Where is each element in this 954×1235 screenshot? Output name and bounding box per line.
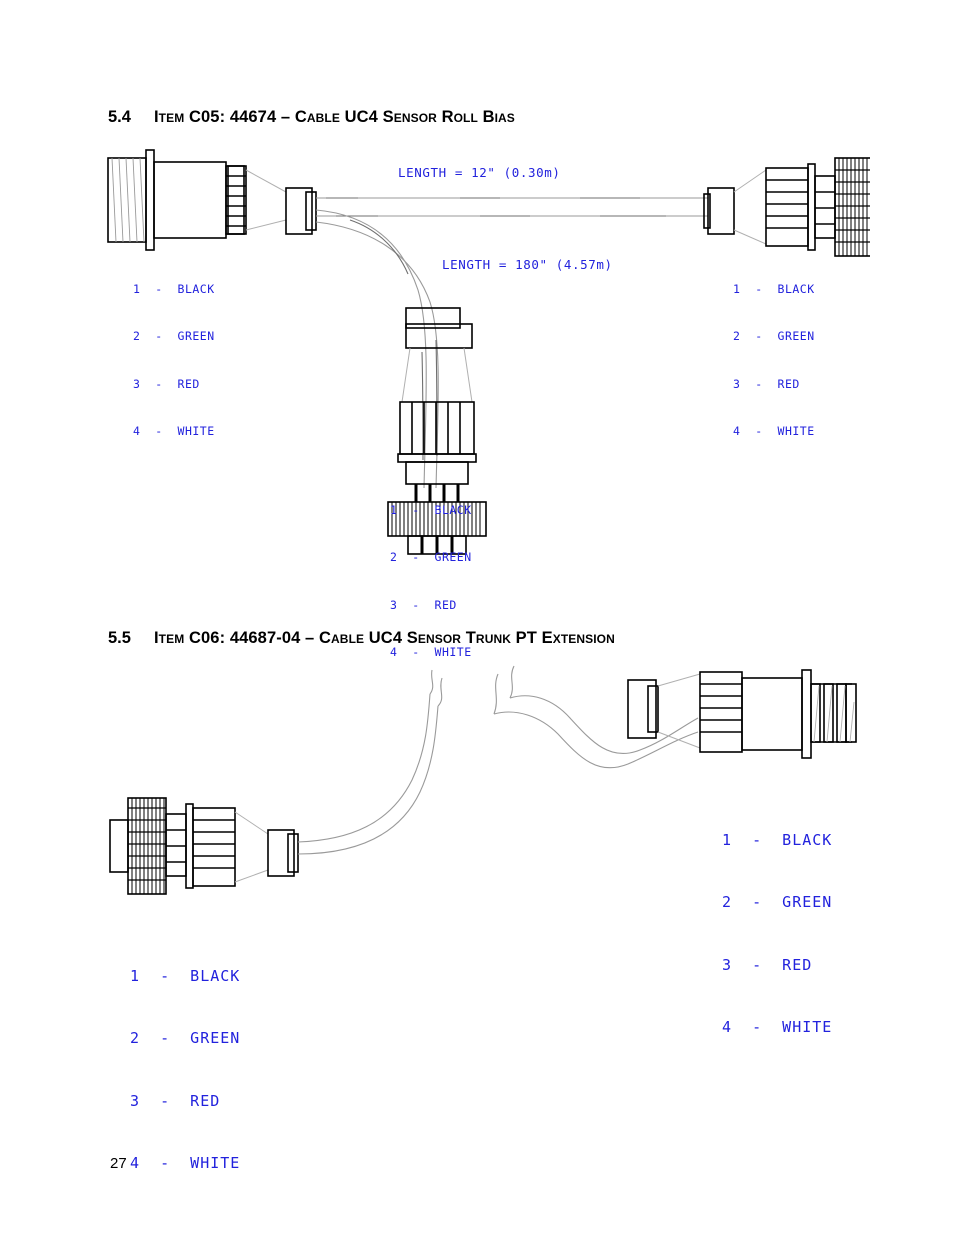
pinout-row: 4 - WHITE — [130, 1153, 241, 1172]
pinout-c05-right: 1 - BLACK 2 - GREEN 3 - RED 4 - WHITE — [733, 250, 815, 456]
pinout-c06-right: 1 - BLACK 2 - GREEN 3 - RED 4 - WHITE — [722, 789, 832, 1058]
length-label-branch-c05: LENGTH = 180" (4.57m) — [442, 257, 613, 272]
pinout-row: 2 - GREEN — [133, 329, 215, 344]
section-heading-5-5: 5.5 Item C06: 44687-04 – Cable UC4 Sensor… — [108, 629, 615, 648]
cable-branch-c05 — [315, 209, 439, 489]
connector-c05-left — [107, 149, 247, 251]
pinout-row: 1 - BLACK — [133, 281, 215, 296]
cable-trunk-c05 — [316, 197, 708, 217]
pinout-row: 3 - RED — [733, 376, 800, 391]
pinout-row: 3 - RED — [390, 597, 457, 612]
section-title: Item C06: 44687-04 – Cable UC4 Sensor Tr… — [154, 629, 615, 647]
pinout-row: 4 - WHITE — [733, 424, 815, 439]
pinout-row: 3 - RED — [722, 955, 813, 974]
section-number: 5.4 — [108, 108, 131, 126]
pinout-row: 2 - GREEN — [722, 893, 833, 912]
section-title: Item C05: 44674 – Cable UC4 Sensor Roll … — [154, 108, 515, 126]
pinout-row: 1 - BLACK — [130, 967, 241, 986]
section-number: 5.5 — [108, 629, 131, 647]
pinout-c06-left: 1 - BLACK 2 - GREEN 3 - RED 4 - WHITE — [130, 925, 240, 1194]
strain-relief-c05-left — [285, 187, 317, 235]
cable-c06 — [297, 665, 699, 855]
pinout-row: 1 - BLACK — [722, 831, 833, 850]
pinout-row: 2 - GREEN — [390, 550, 472, 565]
pinout-row: 1 - BLACK — [733, 281, 815, 296]
page-number: 27 — [110, 1155, 127, 1172]
pinout-row: 3 - RED — [130, 1091, 221, 1110]
connector-c06-left — [109, 797, 299, 895]
pinout-c05-left: 1 - BLACK 2 - GREEN 3 - RED 4 - WHITE — [133, 250, 215, 456]
pinout-row: 4 - WHITE — [133, 424, 215, 439]
pinout-row: 1 - BLACK — [390, 502, 472, 517]
pinout-row: 2 - GREEN — [733, 329, 815, 344]
connector-c05-right — [703, 157, 870, 257]
connector-c06-right — [627, 669, 857, 759]
pinout-row: 3 - RED — [133, 376, 200, 391]
pinout-row: 4 - WHITE — [722, 1017, 833, 1036]
section-heading-5-4: 5.4 Item C05: 44674 – Cable UC4 Sensor Ro… — [108, 108, 515, 127]
length-label-trunk-c05: LENGTH = 12" (0.30m) — [398, 165, 561, 180]
pinout-row: 2 - GREEN — [130, 1029, 241, 1048]
